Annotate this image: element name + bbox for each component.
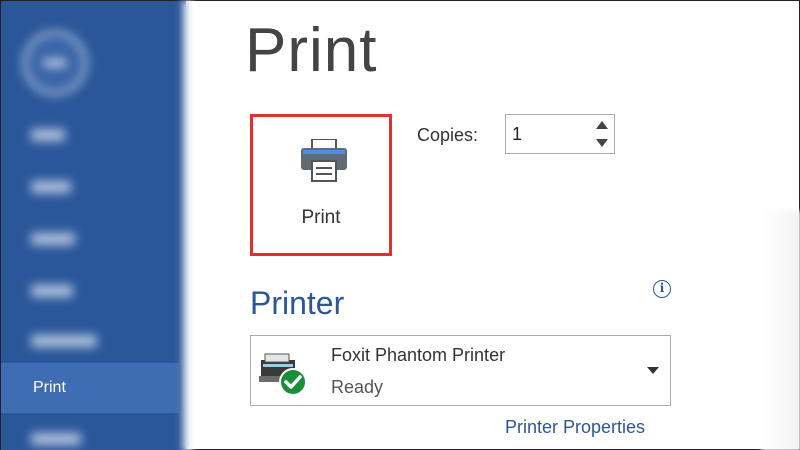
sidebar-item-blurred[interactable]	[31, 335, 97, 347]
sidebar-item-blurred[interactable]	[31, 433, 81, 445]
copies-stepper[interactable]: 1	[505, 114, 615, 154]
printer-name: Foxit Phantom Printer	[331, 345, 506, 365]
sidebar-edge	[179, 1, 193, 450]
back-button[interactable]	[23, 31, 87, 95]
info-icon[interactable]: i	[653, 280, 671, 298]
back-arrow-icon	[44, 60, 66, 66]
sidebar-item-print[interactable]: Print	[1, 363, 179, 413]
printer-icon	[301, 139, 347, 182]
sidebar-item-blurred[interactable]	[31, 129, 65, 141]
decrement-arrow-icon[interactable]	[596, 139, 608, 147]
printer-dropdown[interactable]: Foxit Phantom Printer Ready	[250, 335, 671, 406]
backstage-sidebar: Print	[1, 1, 186, 450]
sidebar-item-blurred[interactable]	[31, 233, 75, 245]
printer-status: Ready	[331, 377, 384, 397]
chevron-down-icon[interactable]	[647, 367, 659, 374]
printer-properties-link[interactable]: Printer Properties	[505, 417, 645, 438]
copies-label: Copies:	[417, 125, 479, 145]
increment-arrow-icon[interactable]	[596, 121, 608, 129]
page-title: Print	[245, 16, 378, 85]
sidebar-item-blurred[interactable]	[31, 285, 73, 297]
print-button-label: Print	[301, 207, 341, 228]
sidebar-item-label: Print	[33, 379, 66, 396]
printer-ready-icon	[259, 353, 307, 396]
sidebar-item-blurred[interactable]	[31, 181, 71, 193]
printer-section-title: Printer	[250, 285, 345, 321]
copies-value[interactable]: 1	[512, 124, 522, 145]
preview-edge	[761, 211, 800, 450]
print-button[interactable]: Print	[250, 114, 392, 256]
